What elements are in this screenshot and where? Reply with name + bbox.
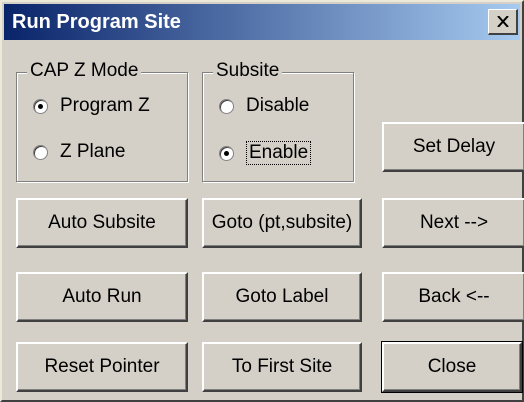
radio-disable[interactable]: Disable [219, 95, 309, 117]
close-icon [496, 16, 509, 27]
reset-pointer-button[interactable]: Reset Pointer [16, 342, 188, 392]
radio-button-unchecked[interactable] [33, 144, 48, 160]
close-window-button[interactable] [488, 9, 518, 35]
radio-label-program-z: Program Z [60, 95, 150, 116]
run-program-site-dialog: Run Program Site CAP Z Mode Program Z Z … [0, 0, 524, 402]
subsite-label: Subsite [213, 60, 283, 82]
radio-label-disable: Disable [246, 95, 310, 116]
radio-button-checked[interactable] [219, 145, 234, 161]
goto-pt-subsite-button[interactable]: Goto (pt,subsite) [202, 198, 362, 248]
radio-enable[interactable]: Enable [219, 141, 312, 165]
cap-z-mode-label: CAP Z Mode [27, 60, 142, 82]
auto-run-button[interactable]: Auto Run [16, 272, 188, 322]
window-title: Run Program Site [12, 11, 181, 33]
title-bar[interactable]: Run Program Site [4, 4, 520, 40]
radio-button-unchecked[interactable] [219, 98, 234, 114]
radio-label-enable: Enable [246, 141, 312, 165]
radio-button-checked[interactable] [33, 98, 48, 114]
next-button[interactable]: Next --> [382, 198, 524, 248]
subsite-group: Subsite Disable Enable [202, 60, 354, 182]
radio-z-plane[interactable]: Z Plane [33, 141, 125, 163]
cap-z-mode-group: CAP Z Mode Program Z Z Plane [16, 60, 188, 182]
to-first-site-button[interactable]: To First Site [202, 342, 362, 392]
set-delay-button[interactable]: Set Delay [382, 122, 524, 172]
goto-label-button[interactable]: Goto Label [202, 272, 362, 322]
back-button[interactable]: Back <-- [382, 272, 524, 322]
close-button[interactable]: Close [381, 341, 523, 393]
radio-label-z-plane: Z Plane [60, 141, 126, 162]
auto-subsite-button[interactable]: Auto Subsite [16, 198, 188, 248]
radio-program-z[interactable]: Program Z [33, 95, 150, 117]
